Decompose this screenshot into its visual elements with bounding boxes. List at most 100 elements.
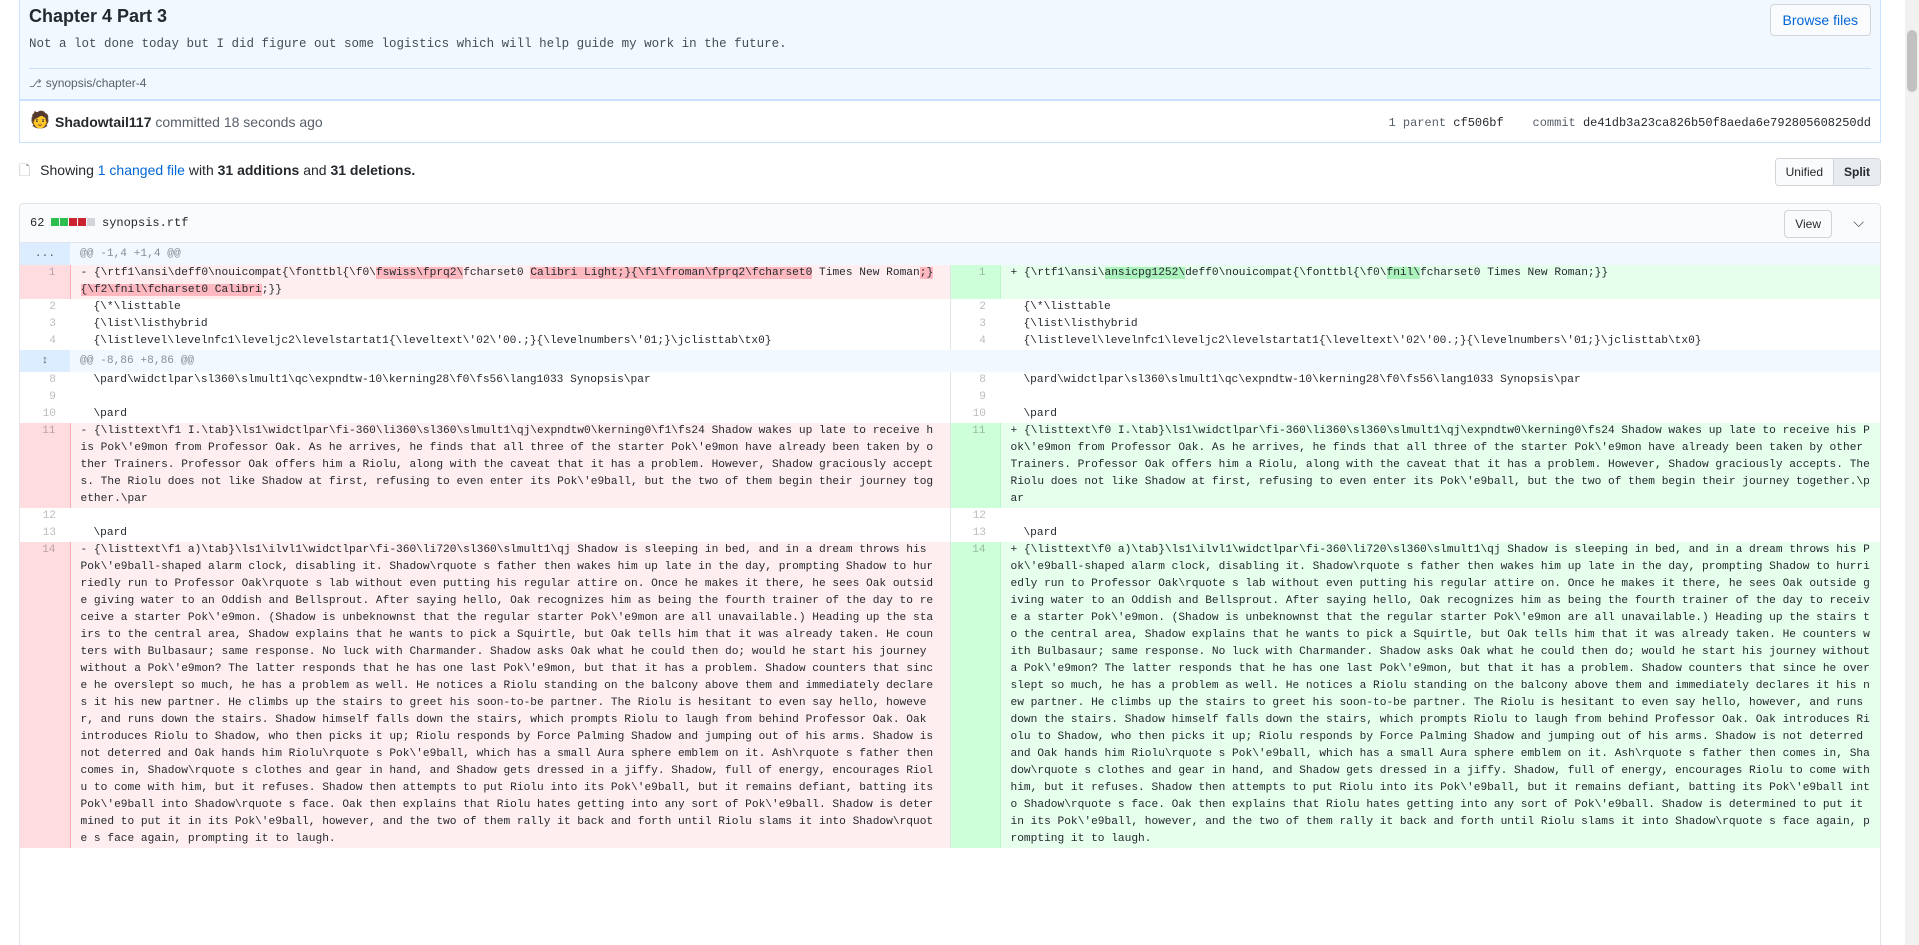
added-line: + {\listtext\f0 a)\tab}\ls1\ilvl1\widctl… xyxy=(1000,542,1880,848)
context-line xyxy=(70,508,950,525)
code-text: fcharset0 Times New Roman;}} xyxy=(1420,267,1609,279)
expand-up-button[interactable]: ... xyxy=(20,243,70,265)
with-text: with xyxy=(188,162,214,178)
diffstat-block xyxy=(69,218,77,226)
line-number[interactable]: 1 xyxy=(949,265,1001,299)
line-number[interactable]: 14 xyxy=(20,542,71,848)
diffstat-block xyxy=(60,218,68,226)
added-word: fnil\ xyxy=(1386,267,1421,279)
split-button[interactable]: Split xyxy=(1833,159,1880,185)
commit-header: Chapter 4 Part 3 Not a lot done today bu… xyxy=(19,0,1881,100)
commit-sha: de41db3a23ca826b50f8aeda6e792805608250dd xyxy=(1582,116,1871,130)
commit-label: commit xyxy=(1532,116,1576,130)
file-name-link[interactable]: synopsis.rtf xyxy=(102,216,188,230)
context-line: {\*\listtable xyxy=(1010,301,1111,313)
line-number[interactable]: 12 xyxy=(949,508,1000,525)
commit-meta: 🧑 Shadowtail117 committed 18 seconds ago… xyxy=(19,100,1881,143)
line-number[interactable]: 12 xyxy=(20,508,70,525)
split-diff-table: ... @@ -1,4 +1,4 @@ 1 - {\rtf1\ansi\deff… xyxy=(20,243,1880,848)
line-number[interactable]: 10 xyxy=(949,406,1000,423)
view-file-button[interactable]: View xyxy=(1784,210,1832,238)
author-link[interactable]: Shadowtail117 xyxy=(55,114,151,130)
showing-text: Showing xyxy=(40,162,94,178)
file-diff-icon: 🗋 xyxy=(19,162,31,178)
author-line: Shadowtail117 committed 18 seconds ago xyxy=(55,114,323,130)
and-text: and xyxy=(303,162,327,178)
line-number[interactable]: 8 xyxy=(20,372,70,389)
added-word: ansicpg1252\ xyxy=(1104,267,1186,279)
line-number[interactable]: 11 xyxy=(949,423,1001,508)
line-number[interactable]: 3 xyxy=(949,316,1000,333)
deletions-count: 31 deletions. xyxy=(330,162,416,178)
added-line: + {\rtf1\ansi\ansicpg1252\deff0\nouicomp… xyxy=(1000,265,1880,299)
line-number[interactable]: 1 xyxy=(20,265,71,299)
line-number[interactable]: 2 xyxy=(949,299,1000,316)
parent-sha-link[interactable]: cf506bf xyxy=(1453,116,1503,130)
line-number[interactable]: 4 xyxy=(949,333,1000,350)
file-header: 62 synopsis.rtf View ⌵ xyxy=(20,204,1880,243)
deleted-word: fswiss\fprq2\ xyxy=(375,267,464,279)
changed-files-link[interactable]: 1 changed file xyxy=(98,162,185,178)
line-number[interactable]: 3 xyxy=(20,316,70,333)
line-number[interactable]: 13 xyxy=(20,525,70,542)
hunk-text: @@ -8,86 +8,86 @@ xyxy=(70,350,1880,372)
context-line: {\*\listtable xyxy=(80,301,181,313)
table-row: 14 - {\listtext\f1 a)\tab}\ls1\ilvl1\wid… xyxy=(20,542,1880,848)
line-number[interactable]: 9 xyxy=(20,389,70,406)
code-text: - {\rtf1\ansi\deff0\nouicompat{\fonttbl{… xyxy=(80,267,376,279)
deleted-line: - {\listtext\f1 a)\tab}\ls1\ilvl1\widctl… xyxy=(70,542,950,848)
avatar[interactable]: 🧑 xyxy=(30,111,50,131)
hunk-text: @@ -1,4 +1,4 @@ xyxy=(70,243,1880,265)
context-line: {\listlevel\levelnfc1\leveljc2\levelstar… xyxy=(1010,335,1702,347)
context-line: {\list\listhybrid xyxy=(1010,318,1138,330)
page-scrollbar[interactable] xyxy=(1905,0,1919,945)
line-number[interactable]: 2 xyxy=(20,299,70,316)
hunk-header: ↕ @@ -8,86 +8,86 @@ xyxy=(20,350,1880,372)
context-line: \pard\widctlpar\sl360\slmult1\qc\expndtw… xyxy=(80,374,651,386)
table-row: 9 9 xyxy=(20,389,1880,406)
commit-title: Chapter 4 Part 3 xyxy=(29,6,168,26)
change-count: 62 xyxy=(30,216,45,230)
context-line: \pard xyxy=(80,408,128,420)
context-line: {\list\listhybrid xyxy=(80,318,208,330)
table-row: 4 {\listlevel\levelnfc1\leveljc2\levelst… xyxy=(20,333,1880,350)
table-row: 3 {\list\listhybrid 3 {\list\listhybrid xyxy=(20,316,1880,333)
context-line: {\listlevel\levelnfc1\leveljc2\levelstar… xyxy=(80,335,772,347)
browse-files-button[interactable]: Browse files xyxy=(1769,4,1871,36)
table-row: 10 \pard 10 \pard xyxy=(20,406,1880,423)
context-line xyxy=(70,389,950,406)
unified-button[interactable]: Unified xyxy=(1775,159,1833,185)
diff-summary: 🗋 Showing 1 changed file with 31 additio… xyxy=(19,160,415,184)
deleted-word: Calibri Light;}{\f1\froman\fprq2\fcharse… xyxy=(530,267,813,279)
context-line: \pard\widctlpar\sl360\slmult1\qc\expndtw… xyxy=(1010,374,1581,386)
line-number[interactable]: 9 xyxy=(949,389,1000,406)
deleted-word: ;} xyxy=(919,267,934,279)
commit-time: committed 18 seconds ago xyxy=(155,114,323,130)
deleted-line: - {\rtf1\ansi\deff0\nouicompat{\fonttbl{… xyxy=(70,265,950,299)
deleted-line: - {\listtext\f1 I.\tab}\ls1\widctlpar\fi… xyxy=(70,423,950,508)
parent-label: 1 parent xyxy=(1388,116,1447,130)
context-line: \pard xyxy=(1010,408,1058,420)
branch-label[interactable]: ⎇ synopsis/chapter-4 xyxy=(29,76,146,90)
line-number[interactable]: 13 xyxy=(949,525,1000,542)
git-branch-icon: ⎇ xyxy=(29,78,42,90)
code-text: ;}} xyxy=(261,284,282,296)
code-text: deff0\nouicompat{\fonttbl{\f0\ xyxy=(1185,267,1387,279)
sha-info: 1 parent cf506bf commit de41db3a23ca826b… xyxy=(1388,116,1871,130)
chevron-down-icon[interactable]: ⌵ xyxy=(1853,214,1864,231)
scrollbar-thumb[interactable] xyxy=(1907,30,1917,92)
line-number[interactable]: 14 xyxy=(949,542,1001,848)
expand-icon[interactable]: ↕ xyxy=(20,350,70,372)
table-row: 1 - {\rtf1\ansi\deff0\nouicompat{\fonttb… xyxy=(20,265,1880,299)
line-number[interactable]: 11 xyxy=(20,423,71,508)
commit-description: Not a lot done today but I did figure ou… xyxy=(29,37,787,51)
line-number[interactable]: 10 xyxy=(20,406,70,423)
line-number[interactable]: 8 xyxy=(949,372,1000,389)
context-line: \pard xyxy=(1010,527,1058,539)
line-number[interactable]: 4 xyxy=(20,333,70,350)
table-row: 13 \pard 13 \pard xyxy=(20,525,1880,542)
code-text: fcharset0 xyxy=(463,267,531,279)
hunk-header: ... @@ -1,4 +1,4 @@ xyxy=(20,243,1880,265)
branch-name: synopsis/chapter-4 xyxy=(45,76,147,90)
file-diff: 62 synopsis.rtf View ⌵ ... @@ -1,4 +1,4 … xyxy=(19,203,1881,945)
